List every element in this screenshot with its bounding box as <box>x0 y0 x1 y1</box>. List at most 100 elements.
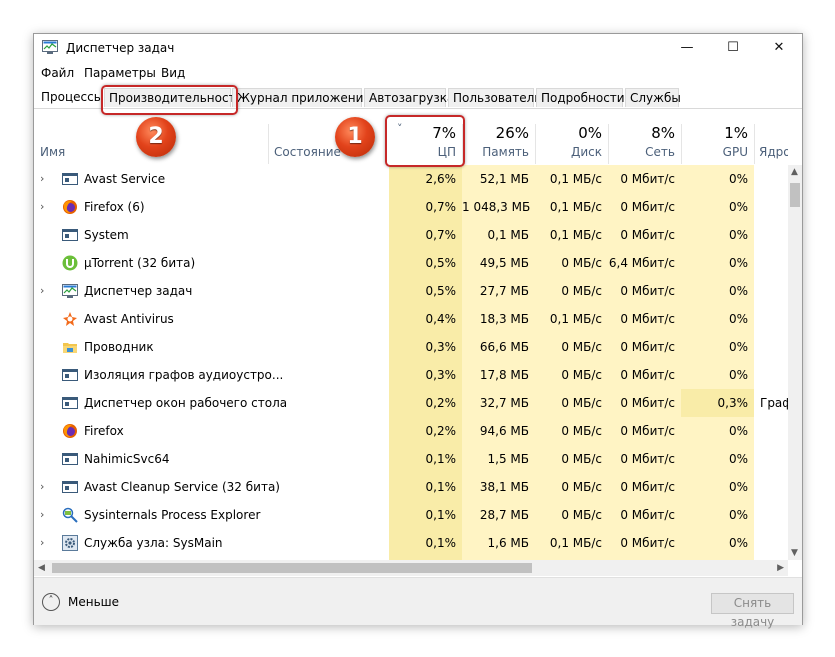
memory-cell: 27,7 МБ <box>479 284 529 298</box>
end-task-button[interactable]: Снять задачу <box>711 593 794 629</box>
gpu-engine-cell <box>760 361 788 389</box>
firefox-icon <box>62 199 78 215</box>
process-name: Диспетчер окон рабочего стола <box>84 396 288 410</box>
disk-cell: 0,1 МБ/с <box>549 200 602 214</box>
scroll-right-icon[interactable]: ▶ <box>777 563 784 573</box>
table-row[interactable]: › Диспетчер задач 0,5% 27,7 МБ 0 МБ/с 0 Мбит/… <box>34 277 788 305</box>
gpu-cell: 0% <box>728 256 748 270</box>
gpu-cell: 0% <box>728 452 748 466</box>
gpu-total: 1% <box>724 124 748 142</box>
cpu-cell: 0,2% <box>425 396 457 410</box>
chevron-right-icon[interactable]: › <box>40 529 44 557</box>
service-window-icon <box>62 451 78 467</box>
menu-file[interactable]: Файл <box>41 66 74 80</box>
chevron-right-icon[interactable]: › <box>40 277 44 305</box>
scroll-left-icon[interactable]: ◀ <box>38 563 45 573</box>
gpu-cell: 0% <box>728 284 748 298</box>
table-row[interactable]: System 0,7% 0,1 МБ 0,1 МБ/с 0 Мбит/с 0% <box>34 221 788 249</box>
table-row[interactable]: Проводник 0,3% 66,6 МБ 0 МБ/с 0 Мбит/с 0% <box>34 333 788 361</box>
process-name: µTorrent (32 бита) <box>84 256 196 270</box>
tab-processes[interactable]: Процессы <box>36 86 103 108</box>
tab-services[interactable]: Службы <box>625 88 681 107</box>
table-row[interactable]: µTorrent (32 бита) 0,5% 49,5 МБ 0 МБ/с 6,4 М… <box>34 249 788 277</box>
vertical-scrollbar[interactable]: ▲ ▼ <box>788 165 802 560</box>
table-row[interactable]: › Avast Cleanup Service (32 бита) 0,1% 38,1… <box>34 473 788 501</box>
explorer-folder-icon <box>62 339 78 355</box>
network-cell: 0 Мбит/с <box>620 424 675 438</box>
chevron-right-icon[interactable]: › <box>40 165 44 193</box>
tab-app-history[interactable]: Журнал приложений <box>232 88 371 107</box>
cpu-cell: 2,6% <box>425 172 457 186</box>
process-name: Sysinternals Process Explorer <box>84 508 261 522</box>
cpu-cell: 0,5% <box>425 256 457 270</box>
process-table: › Avast Service 2,6% 52,1 МБ 0,1 МБ/с 0 Мбит/… <box>34 165 788 560</box>
task-manager-icon <box>42 40 58 54</box>
close-button[interactable]: ✕ <box>756 34 802 62</box>
gpu-cell: 0% <box>728 480 748 494</box>
process-name: Диспетчер задач <box>84 284 193 298</box>
cpu-header-highlight <box>385 115 465 167</box>
scroll-down-icon[interactable]: ▼ <box>791 548 798 558</box>
horizontal-scrollbar[interactable]: ◀ ▶ <box>34 560 788 576</box>
gpu-cell: 0% <box>728 172 748 186</box>
gear-icon <box>62 535 78 551</box>
memory-cell: 66,6 МБ <box>479 340 529 354</box>
network-cell: 0 Мбит/с <box>620 200 675 214</box>
column-header-gpu-engine[interactable]: Ядро GP <box>754 108 788 163</box>
memory-cell: 32,7 МБ <box>479 396 529 410</box>
disk-cell: 0 МБ/с <box>561 340 602 354</box>
service-window-icon <box>62 227 78 243</box>
gpu-cell: 0% <box>728 340 748 354</box>
maximize-button[interactable]: ☐ <box>710 34 756 62</box>
table-row[interactable]: Avast Antivirus 0,4% 18,3 МБ 0,1 МБ/с 0 Мбит… <box>34 305 788 333</box>
column-header-disk[interactable]: 0% Диск <box>535 108 608 163</box>
gpu-cell: 0% <box>728 536 748 550</box>
table-row[interactable]: › Firefox (6) 0,7% 1 048,3 МБ 0,1 МБ/с 0 Мбит… <box>34 193 788 221</box>
table-row[interactable]: Изоляция графов аудиоустро... 0,3% 17,8 МБ… <box>34 361 788 389</box>
network-cell: 0 Мбит/с <box>620 368 675 382</box>
chevron-up-circle-icon[interactable]: ˄ <box>42 593 60 611</box>
network-cell: 0 Мбит/с <box>620 228 675 242</box>
chevron-right-icon[interactable]: › <box>40 501 44 529</box>
table-row[interactable]: Firefox 0,2% 94,6 МБ 0 МБ/с 0 Мбит/с 0% <box>34 417 788 445</box>
chevron-right-icon[interactable]: › <box>40 193 44 221</box>
gpu-engine-cell <box>760 445 788 473</box>
table-row[interactable]: NahimicSvc64 0,1% 1,5 МБ 0 МБ/с 0 Мбит/с 0% <box>34 445 788 473</box>
performance-tab-highlight <box>101 85 238 115</box>
column-header-gpu[interactable]: 1% GPU <box>681 108 754 163</box>
scroll-up-icon[interactable]: ▲ <box>791 167 798 177</box>
minimize-button[interactable]: — <box>664 34 710 62</box>
process-name: Firefox <box>84 424 124 438</box>
disk-cell: 0 МБ/с <box>561 368 602 382</box>
gpu-engine-cell <box>760 165 788 193</box>
table-row[interactable]: Диспетчер окон рабочего стола 0,2% 32,7 МБ… <box>34 389 788 417</box>
gpu-engine-cell: Граф <box>760 396 788 410</box>
vertical-scroll-thumb[interactable] <box>790 183 800 207</box>
service-window-icon <box>62 171 78 187</box>
memory-cell: 1,5 МБ <box>487 452 529 466</box>
network-cell: 0 Мбит/с <box>620 340 675 354</box>
gpu-engine-cell <box>760 277 788 305</box>
menu-view[interactable]: Вид <box>161 66 185 80</box>
tab-startup[interactable]: Автозагрузка <box>364 88 454 107</box>
tab-details[interactable]: Подробности <box>536 88 625 107</box>
fewer-details-link[interactable]: Меньше <box>68 595 119 609</box>
table-row[interactable]: › Служба узла: SysMain 0,1% 1,6 МБ 0,1 МБ/с 0… <box>34 529 788 557</box>
column-header-memory[interactable]: 26% Память <box>462 108 535 163</box>
footer-bar: ˄ Меньше Снять задачу <box>34 577 802 629</box>
cpu-cell: 0,3% <box>425 340 457 354</box>
table-row[interactable]: › Avast Service 2,6% 52,1 МБ 0,1 МБ/с 0 Мбит/… <box>34 165 788 193</box>
chevron-right-icon[interactable]: › <box>40 473 44 501</box>
cpu-cell: 0,7% <box>425 228 457 242</box>
utorrent-icon <box>62 255 78 271</box>
tab-users[interactable]: Пользователи <box>448 88 542 107</box>
horizontal-scroll-thumb[interactable] <box>52 563 532 573</box>
menu-params[interactable]: Параметры <box>84 66 156 80</box>
memory-cell: 49,5 МБ <box>479 256 529 270</box>
column-label-network: Сеть <box>645 145 675 159</box>
column-header-network[interactable]: 8% Сеть <box>608 108 681 163</box>
gpu-engine-cell <box>760 193 788 221</box>
title-bar[interactable]: Диспетчер задач — ☐ ✕ <box>34 34 802 62</box>
network-cell: 6,4 Мбит/с <box>608 256 675 270</box>
table-row[interactable]: › Sysinternals Process Explorer 0,1% 28,7 М… <box>34 501 788 529</box>
